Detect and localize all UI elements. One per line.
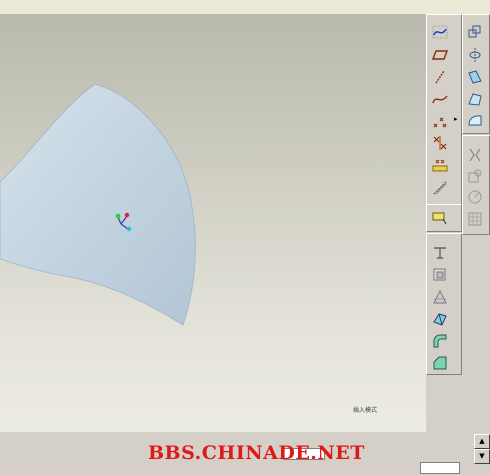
revolve-icon[interactable]	[466, 46, 484, 64]
solid-icon[interactable]	[431, 310, 449, 328]
sweep-icon[interactable]	[466, 68, 484, 86]
triad-y-point	[124, 212, 130, 218]
extrude-icon[interactable]	[466, 23, 484, 41]
split-icon[interactable]	[466, 167, 484, 185]
flyout-arrow-icon[interactable]: ▸	[454, 115, 458, 123]
toolbar-filler	[462, 236, 488, 432]
status-message: 插入模式	[353, 407, 378, 414]
pattern-icon[interactable]	[431, 134, 449, 152]
tag-toolbar	[426, 204, 462, 232]
offset-curve-icon[interactable]	[431, 179, 449, 197]
face-icon[interactable]	[466, 188, 484, 206]
trim-icon[interactable]	[466, 146, 484, 164]
model-viewport[interactable]: 插入模式	[0, 14, 426, 432]
scroll-up-button[interactable]: ▲	[474, 434, 490, 449]
feature-toolbar	[426, 233, 462, 375]
dimension-icon[interactable]	[431, 156, 449, 174]
sketch-curve-icon[interactable]	[431, 23, 449, 41]
title-strip	[0, 0, 490, 14]
surface-toolbar	[462, 14, 490, 134]
boundary-surface-icon[interactable]	[466, 112, 484, 130]
datum-tag-icon[interactable]	[431, 244, 449, 262]
chamfer-icon[interactable]	[431, 354, 449, 372]
rib-icon[interactable]	[431, 266, 449, 284]
watermark-text: BBS.CHINADE.NET	[148, 442, 365, 464]
blend-surface-icon[interactable]	[466, 90, 484, 108]
note-icon[interactable]	[431, 209, 449, 227]
triad-x-point	[115, 213, 121, 219]
plane-icon[interactable]	[431, 46, 449, 64]
point-icon[interactable]	[431, 112, 449, 130]
triad-z-point	[126, 226, 132, 232]
edit-toolbar	[462, 135, 490, 235]
line-icon[interactable]	[431, 68, 449, 86]
triad-y-axis	[120, 215, 128, 225]
scroll-down-button[interactable]: ▼	[474, 449, 490, 464]
round-icon[interactable]	[431, 332, 449, 350]
coordinate-triad	[115, 212, 132, 232]
smart-filter-field[interactable]	[420, 462, 460, 474]
curve-toolbar: ▸	[426, 14, 462, 230]
spline-icon[interactable]	[431, 90, 449, 108]
grid-icon[interactable]	[466, 210, 484, 228]
draft-icon[interactable]	[431, 288, 449, 306]
